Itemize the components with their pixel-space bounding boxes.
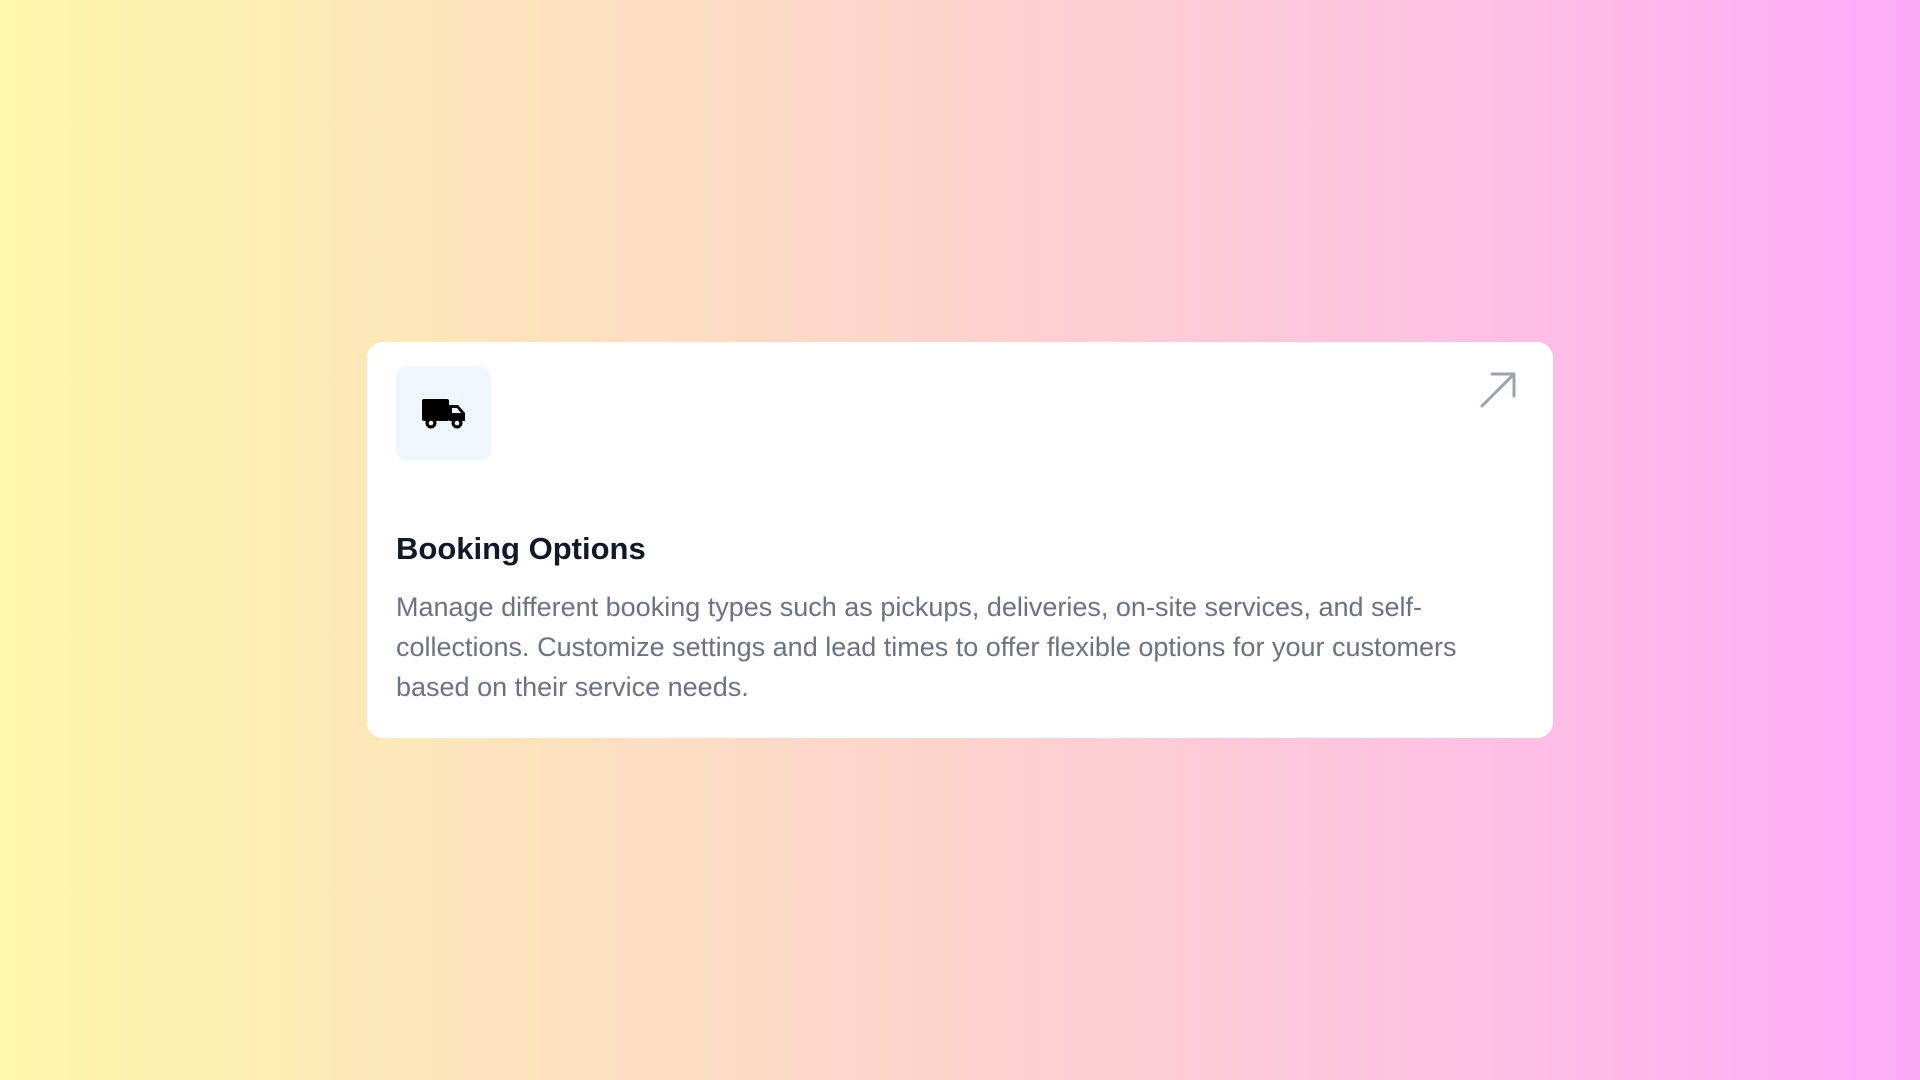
- card-title: Booking Options: [396, 531, 646, 566]
- arrow-up-right-icon: [1480, 372, 1516, 408]
- truck-icon-container: [396, 366, 491, 461]
- booking-options-card[interactable]: Booking Options Manage different booking…: [367, 342, 1553, 738]
- card-description: Manage different booking types such as p…: [396, 592, 1457, 702]
- open-link-button[interactable]: [1476, 368, 1520, 412]
- truck-icon: [421, 398, 465, 428]
